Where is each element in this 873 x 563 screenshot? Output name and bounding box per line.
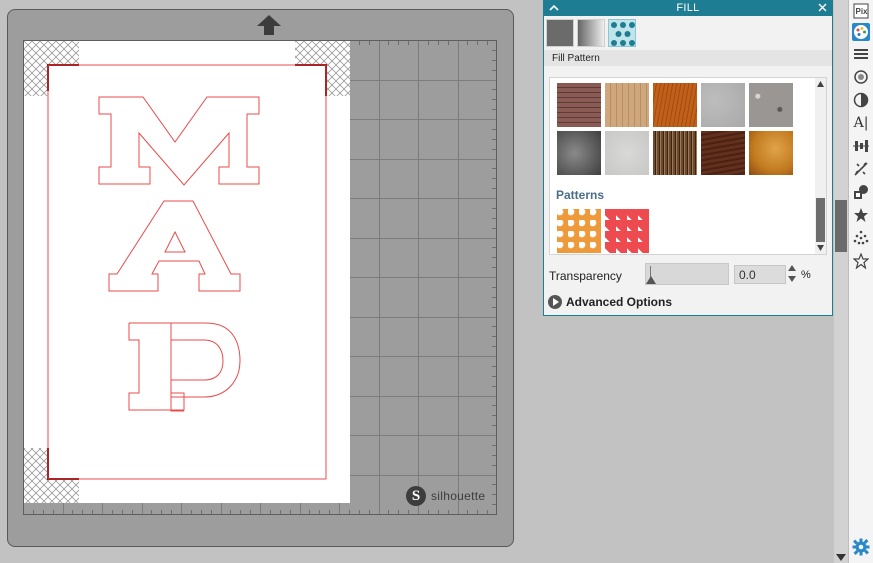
percent-unit: %: [801, 269, 811, 281]
trace-icon[interactable]: [852, 160, 870, 178]
scroll-down-arrow-icon[interactable]: [836, 554, 846, 561]
patterns-heading: Patterns: [556, 188, 605, 202]
pixscan-icon[interactable]: Pix: [852, 2, 870, 20]
svg-text:Pix: Pix: [856, 7, 869, 16]
texture-swatch-striped-wood[interactable]: [653, 131, 697, 175]
fill-panel: FILL Fill Pattern Patterns Transparency …: [543, 0, 833, 316]
texture-swatch-light-wood[interactable]: [605, 83, 649, 127]
close-icon[interactable]: [816, 1, 829, 14]
texture-swatch-dark-wood[interactable]: [701, 131, 745, 175]
pattern-swatch-orange-floral[interactable]: [557, 209, 601, 253]
line-style-icon[interactable]: [852, 45, 870, 63]
slider-handle[interactable]: [646, 276, 656, 284]
advanced-options-label: Advanced Options: [566, 295, 673, 309]
align-icon[interactable]: [852, 137, 870, 155]
increment-arrow-icon[interactable]: [788, 265, 796, 271]
pattern-swatch-red-cubes[interactable]: [605, 209, 649, 253]
pattern-library: Patterns: [549, 77, 827, 255]
map-design[interactable]: [24, 41, 350, 503]
fill-pattern-label: Fill Pattern: [544, 50, 832, 66]
paper-sheet: [24, 41, 350, 503]
right-toolbar: Pix A|: [848, 0, 873, 563]
pattern-fill-icon: [611, 22, 635, 46]
decrement-arrow-icon[interactable]: [788, 276, 796, 282]
image-effects-icon[interactable]: [852, 91, 870, 109]
texture-grid: [557, 83, 793, 175]
texture-swatch-light-concrete[interactable]: [605, 131, 649, 175]
solid-fill-button[interactable]: [546, 19, 574, 47]
fill-color-icon[interactable]: [852, 23, 870, 41]
line-color-icon[interactable]: [852, 68, 870, 86]
text-style-icon[interactable]: A|: [852, 114, 870, 132]
pattern-row: [557, 209, 649, 253]
scroll-up-icon[interactable]: [816, 80, 825, 88]
texture-swatch-dark-stone[interactable]: [557, 131, 601, 175]
scroll-thumb[interactable]: [816, 198, 825, 242]
silhouette-logo-icon: S: [406, 486, 426, 506]
panel-title: FILL: [676, 2, 700, 14]
gear-icon[interactable]: [852, 538, 870, 556]
transparency-label: Transparency: [549, 269, 622, 283]
expand-arrow-icon: [548, 295, 562, 309]
brand-name: silhouette: [431, 489, 486, 503]
scroll-down-icon[interactable]: [816, 244, 825, 252]
library-scrollbar[interactable]: [815, 78, 826, 254]
transparency-input[interactable]: 0.0: [734, 265, 786, 284]
gradient-fill-button[interactable]: [577, 19, 605, 47]
pattern-fill-button[interactable]: [608, 19, 636, 47]
rhinestone-icon[interactable]: [852, 229, 870, 247]
texture-swatch-granite[interactable]: [749, 83, 793, 127]
transparency-slider[interactable]: [645, 263, 729, 285]
texture-swatch-orange-wood[interactable]: [653, 83, 697, 127]
workspace-scrollbar[interactable]: [834, 0, 848, 563]
texture-swatch-brick[interactable]: [557, 83, 601, 127]
texture-swatch-amber-marble[interactable]: [749, 131, 793, 175]
feed-arrow-icon: [257, 15, 281, 35]
silhouette-brand: S silhouette: [406, 486, 485, 506]
fill-type-selector: [546, 19, 636, 47]
workspace-scroll-thumb[interactable]: [835, 200, 847, 252]
transparency-spinner[interactable]: [788, 264, 796, 284]
texture-swatch-concrete[interactable]: [701, 83, 745, 127]
favorite-star-icon[interactable]: [852, 252, 870, 270]
advanced-options-toggle[interactable]: Advanced Options: [548, 295, 672, 309]
panel-header: FILL: [544, 1, 832, 16]
cutting-mat: S silhouette: [7, 9, 514, 547]
replicate-icon[interactable]: [852, 183, 870, 201]
offset-star-icon[interactable]: [852, 206, 870, 224]
